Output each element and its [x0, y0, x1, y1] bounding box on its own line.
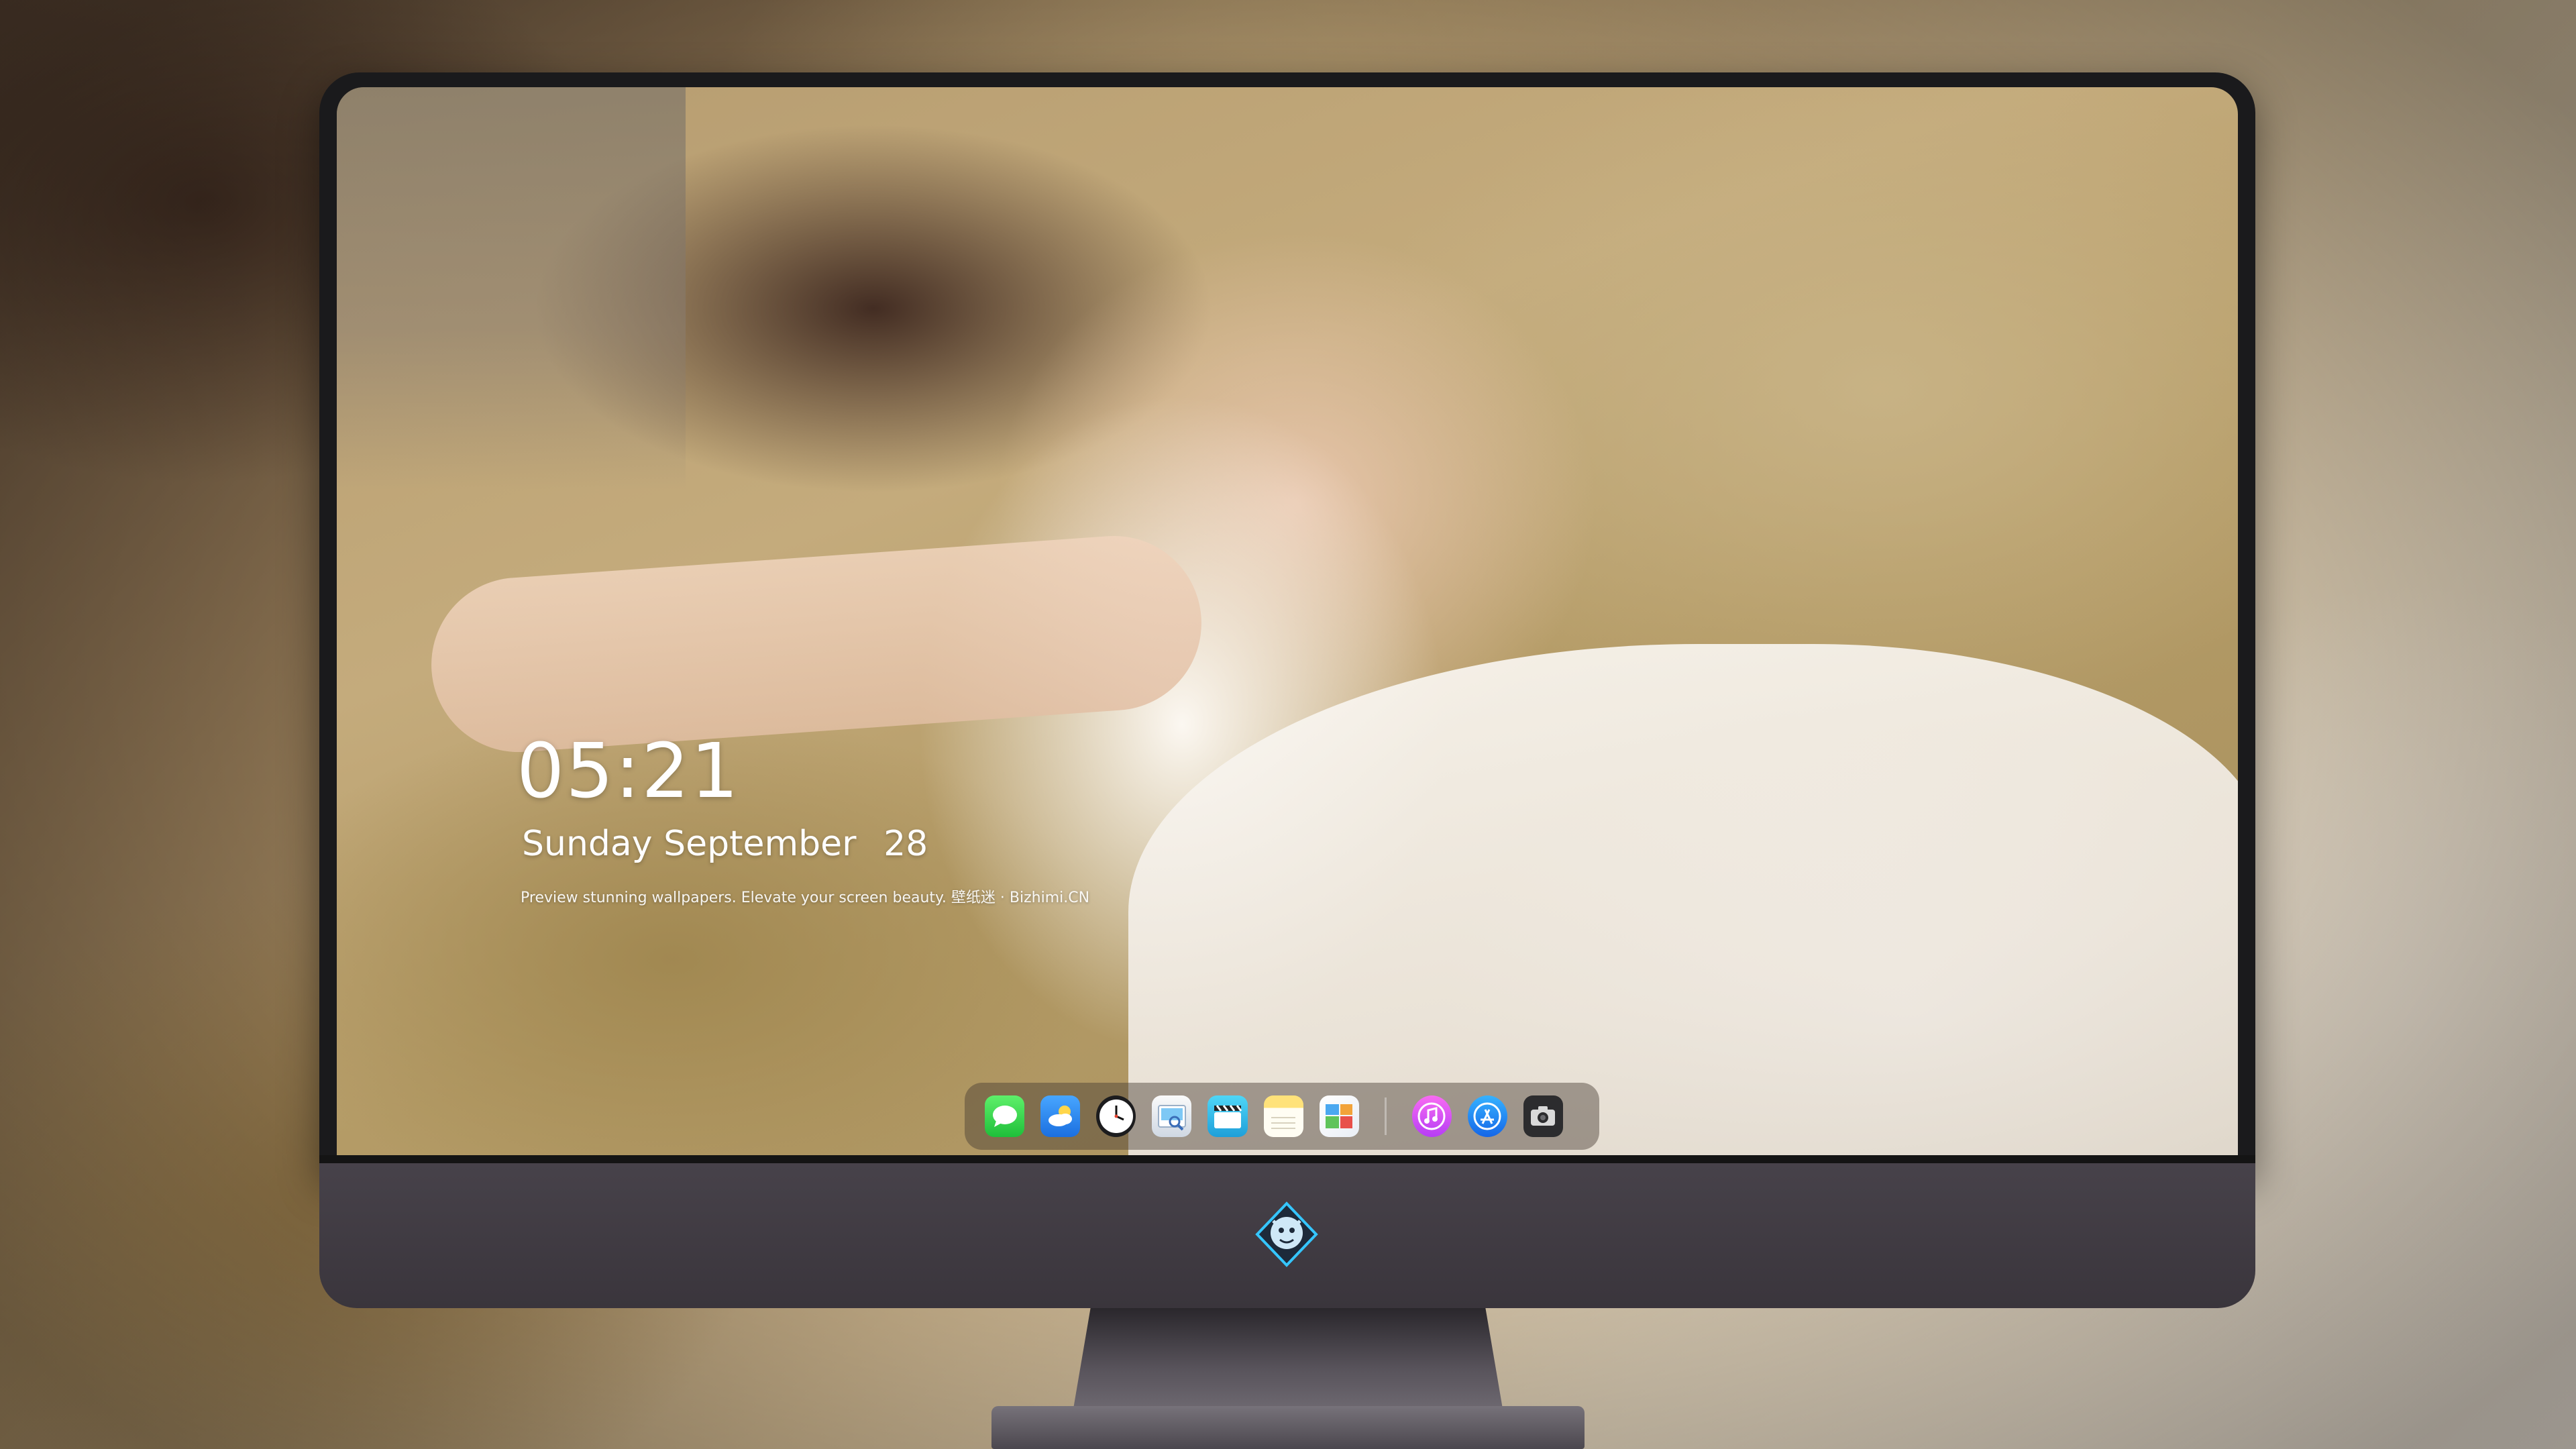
- preview-icon[interactable]: [1152, 1095, 1192, 1137]
- notes-icon[interactable]: [1263, 1095, 1303, 1137]
- lockscreen-date: Sunday September 28: [522, 824, 928, 864]
- date-month: September: [663, 824, 857, 864]
- lockscreen-clock: 05:21: [517, 728, 740, 815]
- date-day: 28: [883, 824, 928, 864]
- app-store-icon[interactable]: [1467, 1095, 1507, 1137]
- lockscreen-tagline: Preview stunning wallpapers. Elevate you…: [521, 890, 1090, 906]
- messages-icon[interactable]: [985, 1095, 1025, 1137]
- clock-icon[interactable]: [1096, 1095, 1136, 1137]
- weather-icon[interactable]: [1040, 1095, 1081, 1137]
- photo-collage-icon: [1326, 1104, 1353, 1128]
- photos-icon[interactable]: [1319, 1095, 1359, 1137]
- camera-body-icon: [1531, 1106, 1556, 1126]
- preview-photo-icon: [1157, 1105, 1186, 1131]
- date-weekday: Sunday: [522, 824, 653, 864]
- notes-lines-icon: [1271, 1117, 1296, 1129]
- chin-logo: [1253, 1201, 1320, 1268]
- monitor-stand-base: [991, 1406, 1585, 1449]
- wallpaper-dress: [1128, 644, 2238, 1155]
- clips-icon[interactable]: [1208, 1095, 1248, 1137]
- clapperboard-icon: [1214, 1105, 1242, 1128]
- music-note-icon: [1417, 1102, 1446, 1130]
- dock-separator: [1384, 1097, 1387, 1135]
- speech-bubble-icon: [992, 1106, 1017, 1127]
- wallpaper-arm: [425, 530, 1208, 758]
- camera-icon[interactable]: [1523, 1095, 1563, 1137]
- dragon-logo-icon: [1255, 1201, 1318, 1267]
- clock-face-icon: [1099, 1099, 1133, 1133]
- cloud-sun-icon: [1048, 1106, 1072, 1126]
- monitor-screen[interactable]: [337, 87, 2238, 1155]
- dock: [965, 1083, 1599, 1150]
- monitor-stand-neck: [1073, 1308, 1503, 1409]
- itunes-icon[interactable]: [1411, 1095, 1452, 1137]
- wallpaper-window-frame: [337, 87, 686, 490]
- app-store-a-icon: [1473, 1102, 1501, 1130]
